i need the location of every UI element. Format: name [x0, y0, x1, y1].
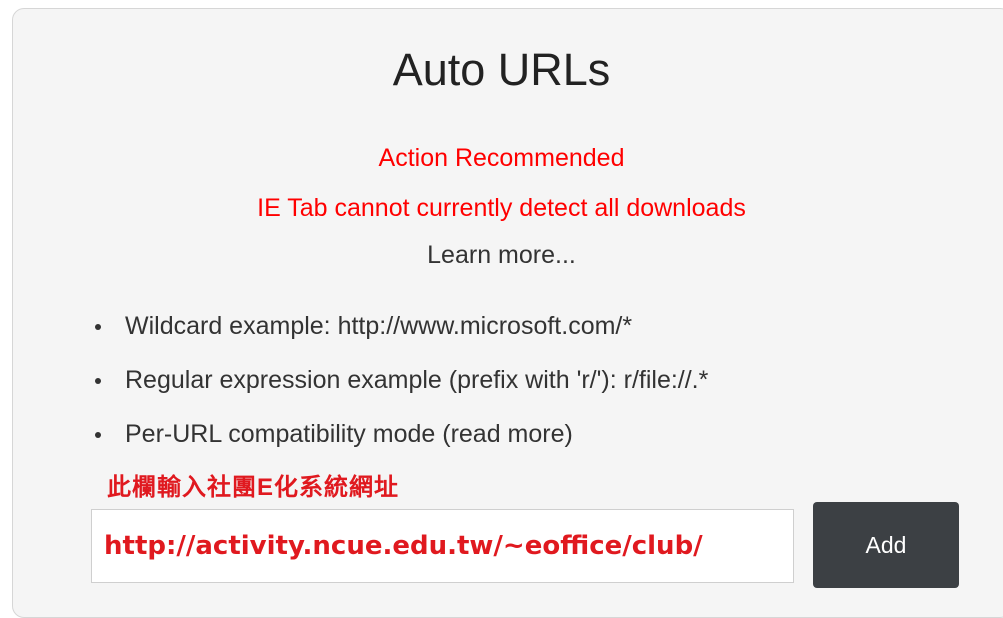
bullet-icon [95, 432, 101, 438]
list-item: Per-URL compatibility mode (read more) [89, 418, 708, 472]
list-item: Wildcard example: http://www.microsoft.c… [89, 310, 708, 364]
list-item: Regular expression example (prefix with … [89, 364, 708, 418]
action-recommended-text: Action Recommended [378, 144, 625, 172]
bullet-icon [95, 324, 101, 330]
page-title: Auto URLs [392, 44, 611, 95]
compat-mode-text: Per-URL compatibility mode [125, 420, 443, 448]
download-warning-text: IE Tab cannot currently detect all downl… [257, 194, 746, 222]
read-more-link[interactable]: (read more) [442, 420, 573, 448]
regex-example-text: Regular expression example (prefix with … [125, 366, 709, 394]
learn-more-link[interactable]: Learn more... [0, 239, 1003, 271]
wildcard-example-text: Wildcard example: http://www.microsoft.c… [125, 312, 633, 340]
bullet-icon [95, 378, 101, 384]
annotation-text: 此欄輸入社團E化系統網址 [107, 474, 400, 501]
url-input[interactable] [91, 509, 794, 583]
add-button[interactable]: Add [813, 502, 959, 588]
tips-list: Wildcard example: http://www.microsoft.c… [89, 310, 708, 472]
